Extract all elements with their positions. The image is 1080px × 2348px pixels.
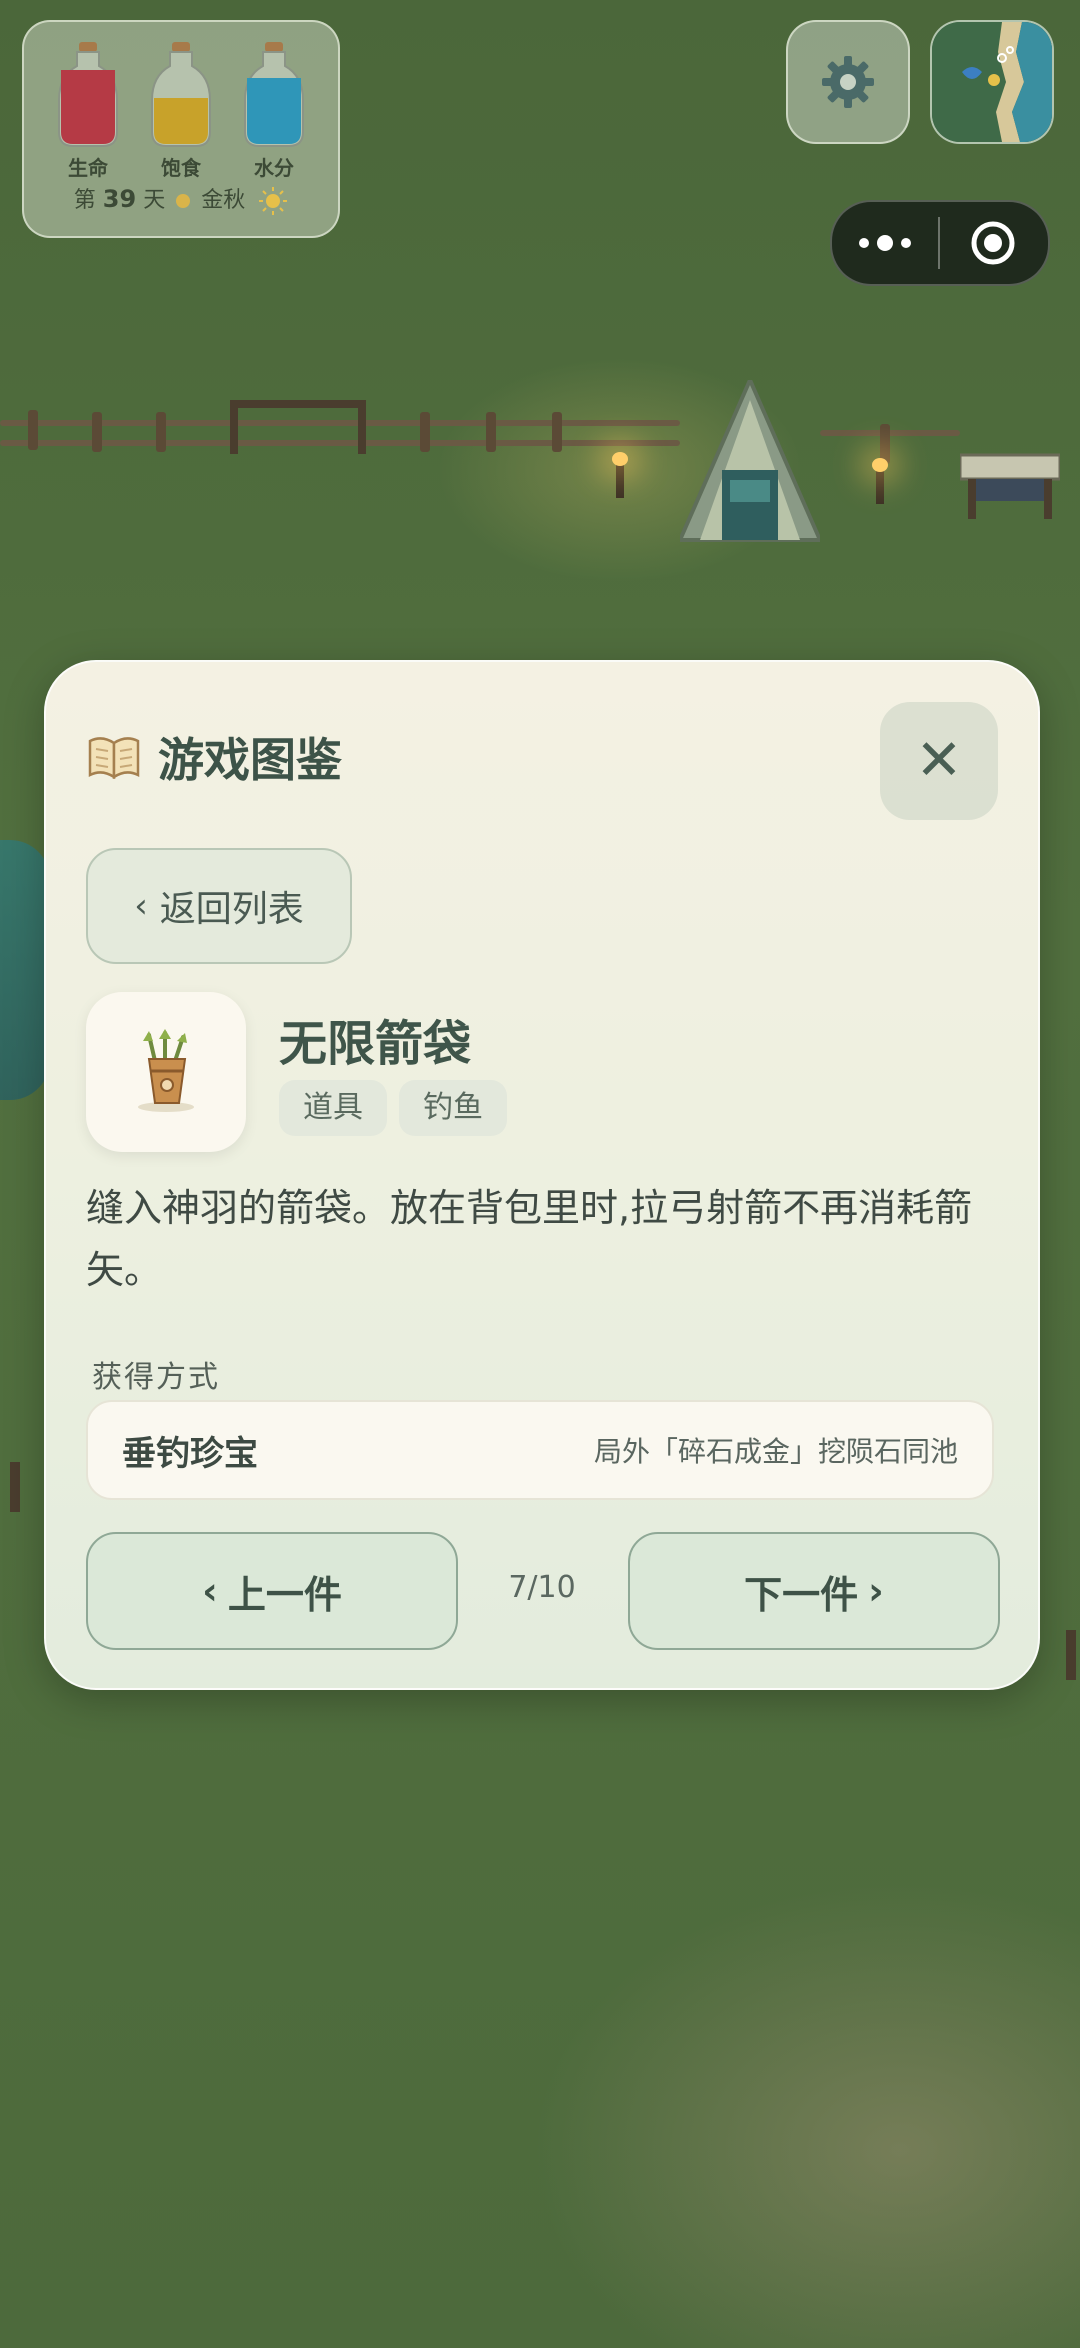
fence-gate <box>230 400 366 454</box>
season-label: 金秋 <box>201 188 246 213</box>
gear-icon <box>822 56 874 108</box>
fence-rail <box>820 430 960 436</box>
mini-program-capsule <box>830 200 1050 286</box>
quiver-icon <box>138 1029 194 1112</box>
source-row: 垂钓珍宝 局外「碎石成金」挖陨石同池 <box>86 1400 994 1500</box>
day-prefix: 第 <box>73 188 96 213</box>
target-circle-icon[interactable] <box>940 220 1046 266</box>
day-suffix: 天 <box>143 188 166 213</box>
health-bottle: 生命 <box>42 40 134 181</box>
hunger-bottle-icon <box>151 42 211 147</box>
fence-post <box>1066 1630 1076 1680</box>
torch <box>872 458 888 504</box>
sun-icon <box>259 187 288 215</box>
modal-title: 游戏图鉴 <box>158 733 342 787</box>
source-section-label: 获得方式 <box>92 1360 220 1395</box>
item-tags: 道具 钓鱼 <box>279 1080 507 1136</box>
item-tag: 道具 <box>279 1080 387 1136</box>
water-bottle-icon <box>244 42 304 147</box>
open-book-icon <box>88 737 140 779</box>
fence-post <box>552 412 562 452</box>
item-icon-tile <box>86 992 246 1152</box>
fence-post <box>156 412 166 452</box>
hunger-bottle: 饱食 <box>135 40 227 181</box>
item-description: 缝入神羽的箭袋。放在背包里时,拉弓射箭不再消耗箭矢。 <box>86 1186 973 1292</box>
day-number: 39 <box>102 185 137 213</box>
health-label: 生命 <box>68 156 108 180</box>
fence-post <box>486 412 496 452</box>
fence-post <box>10 1462 20 1512</box>
hunger-label: 饱食 <box>161 156 201 180</box>
back-to-list-button[interactable]: ‹ 返回列表 <box>86 848 352 964</box>
chevron-right-icon: › <box>868 1569 884 1613</box>
back-to-list-label: 返回列表 <box>159 889 304 930</box>
minimap-button[interactable] <box>930 20 1054 144</box>
day-season-row: 第 39 天 金秋 <box>24 182 338 216</box>
season-dot-icon <box>176 194 191 208</box>
water-bottle: 水分 <box>228 40 320 181</box>
fence-post <box>420 412 430 452</box>
fence-post <box>28 410 38 450</box>
source-detail: 局外「碎石成金」挖陨石同池 <box>593 1435 958 1468</box>
fence-post <box>92 412 102 452</box>
minimap-icon <box>932 22 1052 142</box>
next-item-label: 下一件 <box>744 1572 859 1617</box>
encyclopedia-modal: 游戏图鉴 ✕ ‹ 返回列表 无限箭袋 道具 钓鱼 缝入神羽的箭袋。放在背包里时,… <box>44 660 1040 1690</box>
settings-button[interactable] <box>786 20 910 144</box>
source-name: 垂钓珍宝 <box>122 1433 258 1474</box>
health-bottle-icon <box>58 42 118 147</box>
chevron-left-icon: ‹ <box>134 886 148 926</box>
tent <box>680 380 820 542</box>
workbench <box>960 453 1060 519</box>
next-item-button[interactable]: 下一件 › <box>628 1532 1000 1650</box>
modal-header: 游戏图鉴 <box>88 724 342 790</box>
more-dots-icon[interactable] <box>832 235 938 251</box>
torch <box>612 452 628 498</box>
water-label: 水分 <box>254 156 294 180</box>
status-panel: 生命 饱食 水分 第 39 天 金秋 <box>22 20 340 238</box>
item-name: 无限箭袋 <box>279 1016 472 1072</box>
pond <box>0 840 50 1100</box>
close-button[interactable]: ✕ <box>880 702 998 820</box>
close-icon: ✕ <box>915 728 963 793</box>
item-tag: 钓鱼 <box>399 1080 507 1136</box>
